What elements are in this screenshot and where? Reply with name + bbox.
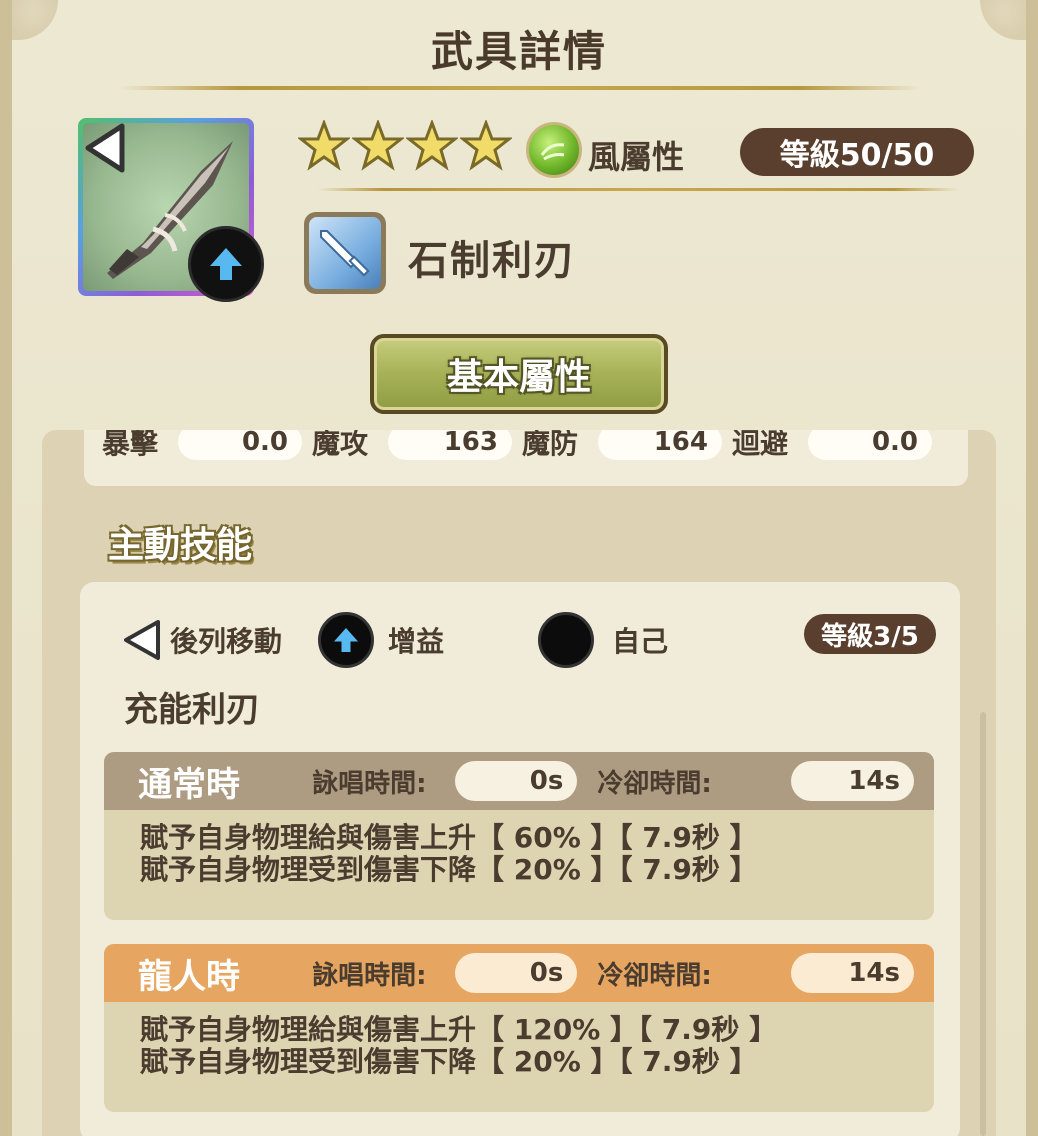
target-self-icon [538,612,595,668]
stat-value: 164 [598,430,722,460]
stat-label: 魔攻 [312,430,369,460]
skill-card: 後列移動 增益 自己 等級3/5 充能利刃 通常時 詠唱時間: 0s 冷卻時間:… [80,582,960,1136]
detail-scroll-panel[interactable]: 暴擊 0.0 魔攻 163 魔防 164 迴避 0.0 主動技能 後列移動 增益… [42,430,996,1136]
buff-up-icon [318,612,375,668]
rear-move-icon [85,123,125,173]
rarity-stars [298,120,512,172]
skill-tags: 後列移動 增益 自己 [120,612,668,668]
cooldown-value: 14s [791,953,914,993]
star-icon [406,120,458,171]
title-divider [120,86,920,90]
weapon-level-badge: 等級50/50 [740,128,974,176]
skill-name: 充能利刃 [124,690,260,730]
desc-line: 賦予自身物理受到傷害下降【 20% 】【 7.9秒 】 [140,1045,758,1078]
desc-line: 賦予自身物理給與傷害上升【 120% 】【 7.9秒 】 [140,1013,778,1046]
weapon-type-icon [304,212,386,294]
skill-level-badge: 等級3/5 [804,614,936,654]
stat-label: 暴擊 [102,430,159,460]
desc-line: 賦予自身物理受到傷害下降【 20% 】【 7.9秒 】 [140,853,758,886]
target-tag: 自己 [612,625,669,658]
rear-move-icon [124,620,160,660]
active-skill-heading: 主動技能 [108,525,253,566]
dragon-mode-box: 龍人時 詠唱時間: 0s 冷卻時間: 14s 賦予自身物理給與傷害上升【 120… [104,944,934,1112]
effect-tag: 增益 [388,625,445,658]
dragon-mode-header: 龍人時 詠唱時間: 0s 冷卻時間: 14s [104,944,934,1002]
wind-element-icon [526,122,582,178]
buff-up-icon [188,226,264,302]
mode-name: 通常時 [138,764,240,805]
cast-time-label: 詠唱時間: [312,960,427,991]
normal-mode-header: 通常時 詠唱時間: 0s 冷卻時間: 14s [104,752,934,810]
stat-row: 暴擊 0.0 魔攻 163 魔防 164 迴避 0.0 [102,430,942,462]
stat-label: 魔防 [522,430,579,460]
stat-value: 163 [388,430,512,460]
mode-description: 賦予自身物理給與傷害上升【 60% 】【 7.9秒 】 賦予自身物理受到傷害下降… [104,810,934,886]
page-title: 武具詳情 [430,27,607,76]
scrollbar[interactable] [980,712,986,1136]
cast-time-value: 0s [454,953,578,993]
normal-mode-box: 通常時 詠唱時間: 0s 冷卻時間: 14s 賦予自身物理給與傷害上升【 60%… [104,752,934,920]
move-tag: 後列移動 [170,625,283,658]
stat-value: 0.0 [178,430,302,460]
weapon-name: 石制利刃 [408,238,576,284]
star-icon [298,120,350,171]
header-divider [318,188,958,191]
element-label: 風屬性 [588,138,685,176]
cast-time-value: 0s [454,761,578,801]
mode-description: 賦予自身物理給與傷害上升【 120% 】【 7.9秒 】 賦予自身物理受到傷害下… [104,1002,934,1078]
star-icon [352,120,404,171]
cooldown-label: 冷卻時間: [597,960,712,991]
star-icon [460,120,512,171]
cast-time-label: 詠唱時間: [312,768,427,799]
mode-name: 龍人時 [138,956,240,997]
stat-value: 0.0 [808,430,932,460]
basic-attributes-button[interactable]: 基本屬性 [370,334,668,414]
stat-label: 迴避 [732,430,789,460]
cooldown-value: 14s [791,761,914,801]
sword-type-icon [309,217,381,289]
cooldown-label: 冷卻時間: [597,768,712,799]
desc-line: 賦予自身物理給與傷害上升【 60% 】【 7.9秒 】 [140,821,758,854]
